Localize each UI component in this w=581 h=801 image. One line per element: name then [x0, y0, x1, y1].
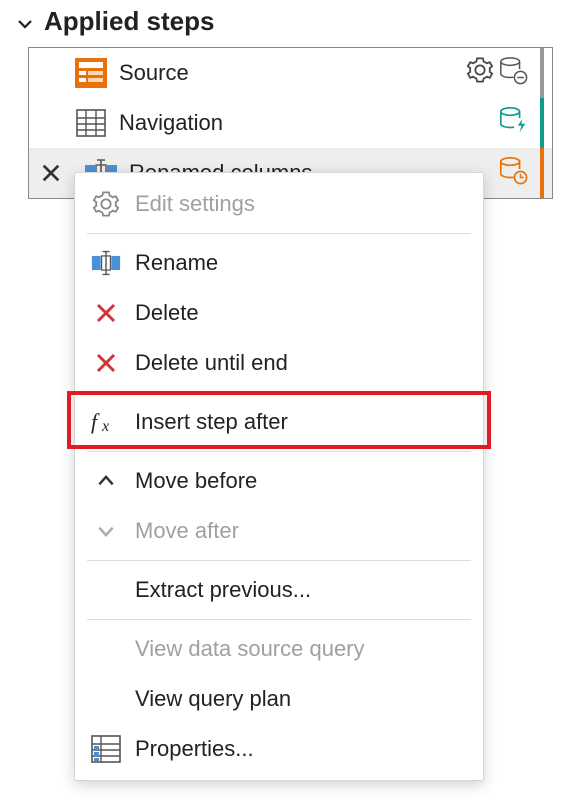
menu-label: Insert step after	[135, 409, 288, 435]
menu-separator	[87, 233, 471, 234]
menu-label: Rename	[135, 250, 218, 276]
close-icon	[91, 298, 121, 328]
gear-icon	[91, 189, 121, 219]
menu-delete-until-end[interactable]: Delete until end	[75, 338, 483, 388]
menu-label: Extract previous...	[135, 577, 311, 603]
menu-label: Properties...	[135, 736, 254, 762]
rename-icon	[91, 248, 121, 278]
blank-icon	[91, 684, 121, 714]
step-name: Navigation	[119, 110, 488, 136]
chevron-down-icon	[91, 516, 121, 546]
gear-icon[interactable]	[466, 56, 494, 90]
menu-view-query-plan[interactable]: View query plan	[75, 674, 483, 724]
svg-text:f: f	[91, 409, 100, 434]
menu-label: View data source query	[135, 636, 365, 662]
menu-edit-settings: Edit settings	[75, 179, 483, 229]
svg-text:x: x	[101, 418, 109, 435]
menu-separator	[87, 619, 471, 620]
step-accent	[540, 98, 544, 148]
menu-delete[interactable]: Delete	[75, 288, 483, 338]
chevron-up-icon	[91, 466, 121, 496]
blank-icon	[91, 634, 121, 664]
table-icon	[73, 105, 109, 141]
blank-icon	[91, 575, 121, 605]
step-row-source[interactable]: Source	[29, 48, 552, 98]
chevron-down-icon	[16, 13, 34, 31]
menu-extract-previous[interactable]: Extract previous...	[75, 565, 483, 615]
menu-label: Edit settings	[135, 191, 255, 217]
context-menu: Edit settings Rename Delete Delete until…	[74, 172, 484, 781]
menu-label: Delete	[135, 300, 199, 326]
fx-icon: f x	[91, 407, 121, 437]
database-clock-icon[interactable]	[498, 155, 528, 191]
menu-properties[interactable]: Properties...	[75, 724, 483, 774]
step-name: Source	[119, 60, 456, 86]
source-icon	[73, 55, 109, 91]
step-accent	[540, 48, 544, 98]
step-accent	[540, 148, 544, 198]
applied-steps-header[interactable]: Applied steps	[0, 0, 581, 47]
database-minus-icon[interactable]	[498, 55, 528, 91]
database-bolt-icon[interactable]	[498, 105, 528, 141]
menu-label: View query plan	[135, 686, 291, 712]
step-row-navigation[interactable]: Navigation	[29, 98, 552, 148]
menu-label: Delete until end	[135, 350, 288, 376]
panel-title: Applied steps	[44, 6, 214, 37]
close-icon	[91, 348, 121, 378]
menu-move-before[interactable]: Move before	[75, 456, 483, 506]
menu-label: Move after	[135, 518, 239, 544]
delete-step-button[interactable]	[29, 162, 73, 184]
menu-separator	[87, 392, 471, 393]
menu-view-data-source-query: View data source query	[75, 624, 483, 674]
menu-move-after: Move after	[75, 506, 483, 556]
menu-insert-step-after[interactable]: f x Insert step after	[75, 397, 483, 447]
menu-separator	[87, 451, 471, 452]
menu-separator	[87, 560, 471, 561]
menu-rename[interactable]: Rename	[75, 238, 483, 288]
menu-label: Move before	[135, 468, 257, 494]
properties-icon	[91, 734, 121, 764]
